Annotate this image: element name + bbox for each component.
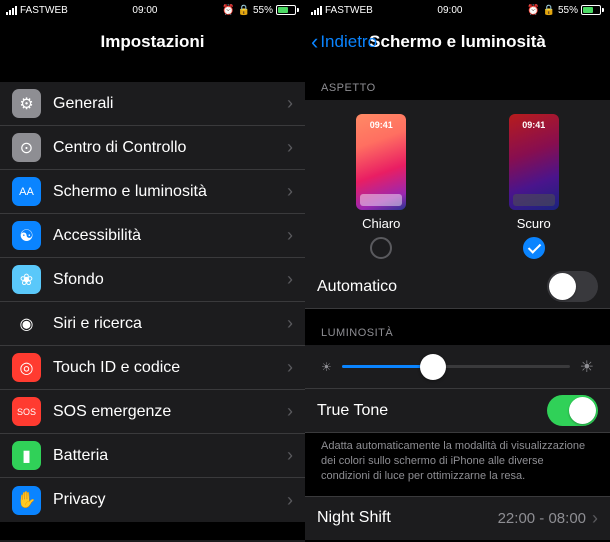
settings-row-schermo-luminosita[interactable]: AA Schermo e luminosità› [0, 170, 305, 214]
settings-row-sos[interactable]: SOS SOS emergenze› [0, 390, 305, 434]
truetone-label: True Tone [317, 402, 547, 420]
truetone-row: True Tone [305, 389, 610, 433]
row-label: Batteria [53, 447, 287, 465]
chevron-right-icon: › [287, 313, 293, 334]
row-label: Touch ID e codice [53, 359, 287, 377]
nightshift-value: 22:00 - 08:00 [498, 510, 586, 527]
status-bar: FASTWEB 09:00 ⏰ 🔒 55% [0, 0, 305, 20]
dark-radio[interactable] [523, 237, 545, 259]
clock-label: 09:00 [437, 5, 462, 16]
accessibilita-icon: ☯ [12, 221, 41, 250]
battery-icon [276, 5, 299, 15]
truetone-note: Adatta automaticamente la modalità di vi… [305, 433, 610, 496]
nav-bar: ‹ Indietro Schermo e luminosità [305, 20, 610, 64]
battery-icon [581, 5, 604, 15]
row-label: Schermo e luminosità [53, 183, 287, 201]
settings-row-batteria[interactable]: ▮ Batteria› [0, 434, 305, 478]
chevron-right-icon: › [287, 357, 293, 378]
settings-row-siri[interactable]: ◉ Siri e ricerca› [0, 302, 305, 346]
chevron-right-icon: › [287, 490, 293, 511]
alarm-icon: ⏰ [222, 5, 234, 16]
chevron-right-icon: › [287, 401, 293, 422]
appearance-picker: 09:41 Chiaro 09:41 Scuro [305, 100, 610, 265]
settings-row-centro-controllo[interactable]: ⊙ Centro di Controllo› [0, 126, 305, 170]
batteria-icon: ▮ [12, 441, 41, 470]
row-label: Privacy [53, 491, 287, 509]
section-header-luminosita: LUMINOSITÀ [305, 309, 610, 345]
chevron-right-icon: › [287, 93, 293, 114]
back-label: Indietro [320, 32, 377, 52]
automatic-toggle[interactable] [547, 271, 598, 302]
alarm-icon: ⏰ [527, 5, 539, 16]
lock-icon: 🔒 [543, 5, 555, 16]
chevron-right-icon: › [287, 181, 293, 202]
schermo-luminosita-icon: AA [12, 177, 41, 206]
page-title: Schermo e luminosità [369, 32, 546, 52]
slider-thumb[interactable] [420, 354, 446, 380]
settings-row-sfondo[interactable]: ❀ Sfondo› [0, 258, 305, 302]
nightshift-label: Night Shift [317, 509, 498, 527]
appearance-option-dark[interactable]: 09:41 Scuro [509, 114, 559, 259]
truetone-toggle[interactable] [547, 395, 598, 426]
centro-controllo-icon: ⊙ [12, 133, 41, 162]
settings-screen: FASTWEB 09:00 ⏰ 🔒 55% Impostazioni ⚙ Gene… [0, 0, 305, 542]
row-label: Generali [53, 95, 287, 113]
automatic-label: Automatico [317, 278, 547, 296]
siri-icon: ◉ [12, 309, 41, 338]
carrier-label: FASTWEB [325, 5, 373, 16]
signal-icon [6, 6, 17, 15]
settings-row-accessibilita[interactable]: ☯ Accessibilità› [0, 214, 305, 258]
chevron-right-icon: › [287, 137, 293, 158]
appearance-option-light[interactable]: 09:41 Chiaro [356, 114, 406, 259]
display-brightness-screen: FASTWEB 09:00 ⏰ 🔒 55% ‹ Indietro Schermo… [305, 0, 610, 542]
signal-icon [311, 6, 322, 15]
touchid-icon: ◎ [12, 353, 41, 382]
chevron-right-icon: › [592, 508, 598, 529]
generali-icon: ⚙ [12, 89, 41, 118]
section-header-aspetto: ASPETTO [305, 64, 610, 100]
battery-pct: 55% [253, 5, 273, 16]
settings-row-generali[interactable]: ⚙ Generali› [0, 82, 305, 126]
sos-icon: SOS [12, 397, 41, 426]
chevron-right-icon: › [287, 225, 293, 246]
sfondo-icon: ❀ [12, 265, 41, 294]
dark-preview-icon: 09:41 [509, 114, 559, 210]
row-label: SOS emergenze [53, 403, 287, 421]
row-label: Siri e ricerca [53, 315, 287, 333]
row-label: Centro di Controllo [53, 139, 287, 157]
page-title: Impostazioni [101, 32, 205, 52]
light-label: Chiaro [362, 216, 400, 231]
brightness-row: ☀ ☀ [305, 345, 610, 389]
sun-small-icon: ☀ [321, 360, 332, 374]
settings-row-touchid[interactable]: ◎ Touch ID e codice› [0, 346, 305, 390]
nightshift-row[interactable]: Night Shift 22:00 - 08:00 › [305, 496, 610, 540]
lock-icon: 🔒 [238, 5, 250, 16]
clock-label: 09:00 [132, 5, 157, 16]
row-label: Sfondo [53, 271, 287, 289]
row-label: Accessibilità [53, 227, 287, 245]
chevron-right-icon: › [287, 445, 293, 466]
automatic-row: Automatico [305, 265, 610, 309]
chevron-left-icon: ‹ [311, 29, 318, 55]
back-button[interactable]: ‹ Indietro [311, 29, 377, 55]
chevron-right-icon: › [287, 269, 293, 290]
light-radio[interactable] [370, 237, 392, 259]
nav-bar: Impostazioni [0, 20, 305, 64]
privacy-icon: ✋ [12, 486, 41, 515]
settings-row-privacy[interactable]: ✋ Privacy› [0, 478, 305, 522]
battery-pct: 55% [558, 5, 578, 16]
light-preview-icon: 09:41 [356, 114, 406, 210]
status-bar: FASTWEB 09:00 ⏰ 🔒 55% [305, 0, 610, 20]
brightness-slider[interactable] [342, 365, 570, 368]
sun-large-icon: ☀ [580, 357, 594, 377]
carrier-label: FASTWEB [20, 5, 68, 16]
dark-label: Scuro [517, 216, 551, 231]
